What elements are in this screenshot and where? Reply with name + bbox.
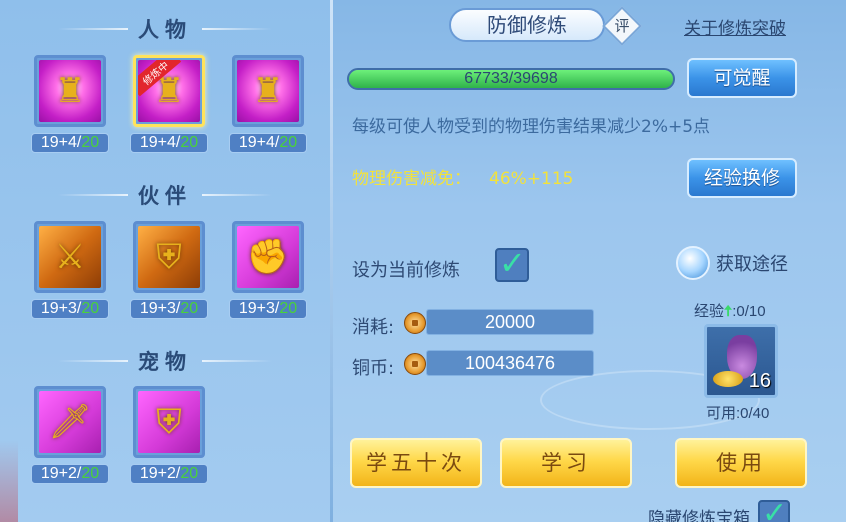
skill-level: 19+3/20 [229, 299, 307, 319]
title-deco-right [202, 28, 272, 30]
section-title-character: 人物 [0, 14, 330, 44]
shield-cat-icon: ⛨ [138, 391, 200, 453]
progress-text: 67733/39698 [464, 70, 558, 87]
skill-frame-selected: ♜ 修炼中 [133, 55, 205, 127]
skill-level: 19+4/20 [31, 133, 109, 153]
use-button[interactable]: 使用 [675, 438, 807, 488]
coin-icon [404, 312, 426, 334]
training-chest-item[interactable]: 16 [704, 324, 778, 398]
skill-frame: ⛨ [133, 386, 205, 458]
section-title-text: 伙伴 [138, 184, 192, 208]
section-title-pet: 宠物 [0, 346, 330, 376]
panel-title: 防御修炼 [449, 8, 605, 42]
rate-label: 评 [614, 17, 630, 35]
panel-divider [330, 0, 333, 522]
copper-value: 100436476 [426, 350, 594, 376]
about-breakthrough-link[interactable]: 关于修炼突破 [684, 14, 786, 39]
skill-level: 19+2/20 [130, 464, 208, 484]
reduction-value: 46%+115 [489, 169, 574, 189]
skill-frame: ⚔ [34, 221, 106, 293]
hide-chest-label: 隐藏修炼宝箱 [648, 508, 750, 522]
get-route-label: 获取途径 [716, 254, 788, 275]
awaken-button[interactable]: 可觉醒 [687, 58, 797, 98]
sword-cat-icon: 🗡 [39, 391, 101, 453]
item-count: 16 [748, 370, 771, 392]
exp-text: 经验 [694, 303, 725, 320]
reduction-label: 物理伤害减免： [352, 169, 471, 189]
section-title-text: 人物 [138, 18, 192, 42]
skill-pet-1[interactable]: 🗡 19+2/20 [31, 386, 109, 490]
gauntlet-beast-icon: ✊ [237, 226, 299, 288]
skill-level: 19+3/20 [130, 299, 208, 319]
set-current-label: 设为当前修炼 [352, 260, 460, 281]
title-deco-left [58, 360, 128, 362]
golden-armor-icon: ♜ 修炼中 [138, 60, 200, 122]
gold-pile-icon [713, 371, 743, 387]
shield-beast-icon: ⛨ [138, 226, 200, 288]
title-deco-left [58, 194, 128, 196]
skill-character-2[interactable]: ♜ 修炼中 19+4/20 [130, 55, 208, 159]
skill-character-3[interactable]: ♜ 19+4/20 [229, 55, 307, 159]
set-current-checkbox[interactable]: ✓ [495, 244, 529, 282]
cost-value: 20000 [426, 309, 594, 335]
title-deco-right [202, 194, 272, 196]
hide-chest-option[interactable]: 隐藏修炼宝箱 ✓ [648, 496, 790, 522]
coin-icon [404, 353, 426, 375]
golden-warrior-icon: ♜ [39, 60, 101, 122]
skill-level: 19+4/20 [229, 133, 307, 153]
section-title-text: 宠物 [138, 350, 192, 374]
skill-partner-3[interactable]: ✊ 19+3/20 [229, 221, 307, 325]
copper-label: 铜币: [352, 358, 395, 379]
physical-reduction: 物理伤害减免： 46%+115 [352, 164, 573, 189]
available-label: 可用:0/40 [706, 405, 770, 422]
crystal-icon [676, 246, 710, 280]
golden-defender-icon: ♜ [237, 60, 299, 122]
skill-frame: 🗡 [34, 386, 106, 458]
check-icon: ✓ [499, 244, 526, 282]
skill-level: 19+2/20 [31, 464, 109, 484]
rate-icon[interactable]: 评 [602, 6, 642, 46]
skill-frame: ⛨ [133, 221, 205, 293]
section-title-partner: 伙伴 [0, 180, 330, 210]
skill-pet-2[interactable]: ⛨ 19+2/20 [130, 386, 208, 490]
sword-beast-icon: ⚔ [39, 226, 101, 288]
cost-label: 消耗: [352, 317, 395, 338]
learn-fifty-button[interactable]: 学五十次 [350, 438, 482, 488]
skill-character-1[interactable]: ♜ 19+4/20 [31, 55, 109, 159]
skill-frame: ✊ [232, 221, 304, 293]
skill-frame: ♜ [232, 55, 304, 127]
get-route-button[interactable]: 获取途径 [676, 246, 788, 280]
skill-partner-1[interactable]: ⚔ 19+3/20 [31, 221, 109, 325]
item-exp-label: 经验🠅:0/10 [694, 300, 766, 326]
skill-partner-2[interactable]: ⛨ 19+3/20 [130, 221, 208, 325]
learn-button[interactable]: 学习 [500, 438, 632, 488]
exp-progress-bar: 67733/39698 [347, 68, 675, 90]
hide-chest-checkbox[interactable]: ✓ [758, 496, 790, 522]
exp-exchange-button[interactable]: 经验换修 [687, 158, 797, 198]
skill-level: 19+3/20 [31, 299, 109, 319]
arrow-up-icon: 🠅 [724, 303, 733, 320]
title-deco-right [202, 360, 272, 362]
title-deco-left [58, 28, 128, 30]
corner-decoration [0, 440, 18, 522]
skill-frame: ♜ [34, 55, 106, 127]
skill-level: 19+4/20 [130, 133, 208, 153]
exp-value: :0/10 [732, 303, 766, 320]
skill-description: 每级可使人物受到的物理伤害结果减少2%+5点 [352, 117, 711, 137]
check-icon: ✓ [762, 496, 788, 522]
